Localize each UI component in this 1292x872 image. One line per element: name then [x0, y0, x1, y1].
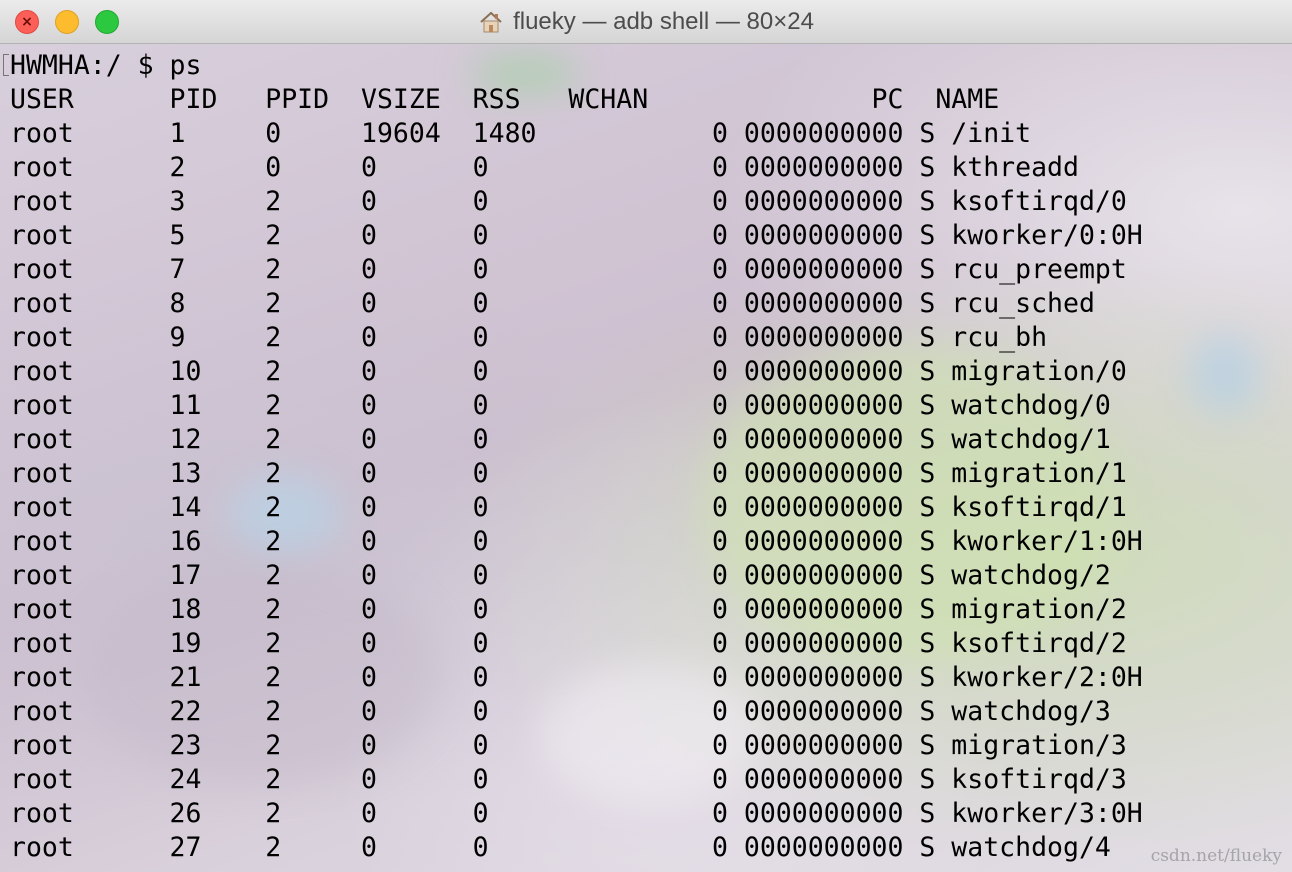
terminal-process-row: root 19 2 0 0 0 0000000000 S ksoftirqd/2 — [10, 628, 1127, 659]
window-title: flueky — adb shell — 80×24 — [513, 8, 814, 35]
terminal-process-row: root 26 2 0 0 0 0000000000 S kworker/3:0… — [10, 798, 1143, 829]
terminal-process-row: root 1 0 19604 1480 0 0000000000 S /init — [10, 118, 1032, 149]
terminal-process-row: root 12 2 0 0 0 0000000000 S watchdog/1 — [10, 424, 1111, 455]
zoom-button[interactable] — [95, 10, 119, 34]
terminal-output: HWMHA:/ $ ps USER PID PPID VSIZE RSS WCHA… — [10, 49, 1143, 865]
terminal-process-row: root 16 2 0 0 0 0000000000 S kworker/1:0… — [10, 526, 1143, 557]
close-icon: × — [21, 14, 33, 30]
terminal-process-row: root 23 2 0 0 0 0000000000 S migration/3 — [10, 730, 1127, 761]
home-folder-icon — [480, 11, 502, 33]
terminal-header-row: USER PID PPID VSIZE RSS WCHAN PC NAME — [10, 84, 1000, 115]
terminal-process-row: root 2 0 0 0 0 0000000000 S kthreadd — [10, 152, 1079, 183]
terminal-process-row: root 17 2 0 0 0 0000000000 S watchdog/2 — [10, 560, 1111, 591]
terminal-process-row: root 9 2 0 0 0 0000000000 S rcu_bh — [10, 322, 1048, 353]
close-button[interactable]: × — [15, 10, 39, 34]
terminal-window: × flueky — adb shell — 80×24 HWMHA:/ $ p… — [0, 0, 1292, 872]
terminal-process-row: root 11 2 0 0 0 0000000000 S watchdog/0 — [10, 390, 1111, 421]
terminal-process-row: root 3 2 0 0 0 0000000000 S ksoftirqd/0 — [10, 186, 1127, 217]
terminal-content-area[interactable]: HWMHA:/ $ ps USER PID PPID VSIZE RSS WCHA… — [0, 44, 1292, 872]
terminal-prompt-line: HWMHA:/ $ ps — [10, 50, 202, 81]
background-blur-shape — [1190, 334, 1260, 414]
terminal-process-row: root 27 2 0 0 0 0000000000 S watchdog/4 — [10, 832, 1111, 863]
terminal-process-row: root 7 2 0 0 0 0000000000 S rcu_preempt — [10, 254, 1127, 285]
window-title-group: flueky — adb shell — 80×24 — [0, 0, 1292, 44]
title-bar[interactable]: × flueky — adb shell — 80×24 — [0, 0, 1292, 44]
terminal-process-row: root 18 2 0 0 0 0000000000 S migration/2 — [10, 594, 1127, 625]
terminal-process-row: root 14 2 0 0 0 0000000000 S ksoftirqd/1 — [10, 492, 1127, 523]
terminal-process-row: root 21 2 0 0 0 0000000000 S kworker/2:0… — [10, 662, 1143, 693]
terminal-process-row: root 13 2 0 0 0 0000000000 S migration/1 — [10, 458, 1127, 489]
watermark: csdn.net/flueky — [1150, 846, 1282, 866]
terminal-process-row: root 8 2 0 0 0 0000000000 S rcu_sched — [10, 288, 1095, 319]
terminal-process-row: root 24 2 0 0 0 0000000000 S ksoftirqd/3 — [10, 764, 1127, 795]
terminal-process-row: root 5 2 0 0 0 0000000000 S kworker/0:0H — [10, 220, 1143, 251]
minimize-button[interactable] — [55, 10, 79, 34]
terminal-process-row: root 22 2 0 0 0 0000000000 S watchdog/3 — [10, 696, 1111, 727]
terminal-process-row: root 10 2 0 0 0 0000000000 S migration/0 — [10, 356, 1127, 387]
cursor-bracket — [3, 54, 9, 76]
